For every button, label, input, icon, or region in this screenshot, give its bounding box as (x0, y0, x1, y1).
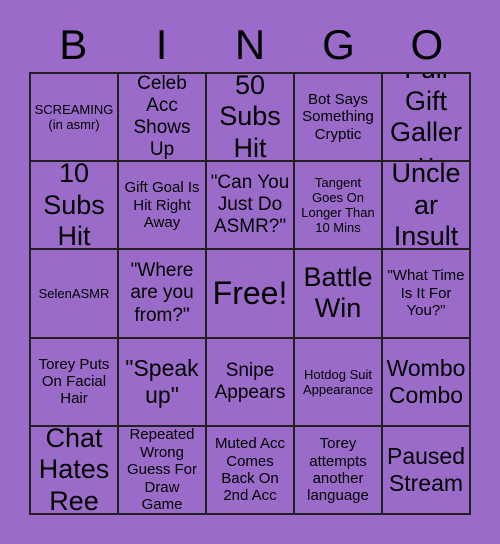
bingo-cell-label: Chat Hates Ree (38, 426, 110, 515)
bingo-cell-label: Wombo Combo (386, 355, 466, 408)
bingo-cell[interactable]: Wombo Combo (383, 338, 471, 427)
bingo-cell[interactable]: SelenASMR (31, 250, 119, 339)
bingo-cell[interactable]: SCREAMING (in asmr) (31, 74, 119, 163)
bingo-cell-label: SCREAMING (in asmr) (34, 102, 114, 133)
bingo-cell-label: Gift Goal Is Hit Right Away (124, 179, 200, 231)
bingo-cell[interactable]: Chat Hates Ree (31, 426, 119, 515)
bingo-cell[interactable]: Torey attempts another language (295, 426, 383, 515)
bingo-cell[interactable]: Torey Puts On Facial Hair (31, 338, 119, 427)
bingo-cell-label: Tangent Goes On Longer Than 10 Mins (301, 175, 375, 236)
bingo-cell-label: "Speak up" (125, 355, 199, 408)
bingo-cell-label: Snipe Appears (214, 359, 286, 403)
bingo-cell[interactable]: Full Gift Gallery (383, 74, 471, 163)
bingo-cell-label: Paused Stream (386, 443, 465, 496)
header-letter-o: O (410, 21, 444, 68)
bingo-cell-label: SelenASMR (38, 285, 110, 301)
bingo-cell-label: Battle Win (303, 262, 373, 324)
bingo-cell[interactable]: Muted Acc Comes Back On 2nd Acc (207, 426, 295, 515)
bingo-cell[interactable]: Bot Says Something Cryptic (295, 74, 383, 163)
bingo-card: B I N G O SCREAMING (in asmr) Celeb Acc … (0, 0, 500, 544)
bingo-cell[interactable]: Unclear Insult (383, 162, 471, 251)
bingo-cell-label: "Where are you from?" (130, 260, 194, 326)
bingo-cell[interactable]: 10 Subs Hit (31, 162, 119, 251)
header-letter-n: N (234, 21, 266, 68)
bingo-cell-label: Muted Acc Comes Back On 2nd Acc (214, 435, 286, 505)
bingo-cell-label: Repeated Wrong Guess For Draw Game (126, 426, 198, 513)
bingo-cell[interactable]: "Can You Just Do ASMR?" (207, 162, 295, 251)
bingo-grid: SCREAMING (in asmr) Celeb Acc Shows Up 5… (29, 72, 471, 515)
bingo-cell-label: Unclear Insult (391, 162, 461, 251)
bingo-cell[interactable]: Paused Stream (383, 426, 471, 515)
bingo-cell[interactable]: "What Time Is It For You?" (383, 250, 471, 339)
bingo-cell-label: Bot Says Something Cryptic (302, 91, 374, 143)
bingo-free-space[interactable]: Free! (207, 250, 295, 339)
bingo-cell-label: "Can You Just Do ASMR?" (210, 172, 290, 238)
bingo-cell-label: Celeb Acc Shows Up (133, 74, 191, 161)
bingo-cell-label: Hotdog Suit Appearance (302, 366, 374, 397)
bingo-cell[interactable]: Battle Win (295, 250, 383, 339)
header-letter-i: I (155, 21, 168, 68)
bingo-cell-label: 10 Subs Hit (43, 162, 105, 251)
bingo-cell-label: Full Gift Gallery (389, 74, 463, 160)
bingo-cell-label: 50 Subs Hit (219, 74, 281, 163)
bingo-header: B I N G O (29, 18, 471, 72)
header-letter-b: B (59, 21, 88, 68)
bingo-cell[interactable]: Celeb Acc Shows Up (119, 74, 207, 163)
bingo-cell-label: Torey attempts another language (307, 435, 369, 505)
bingo-cell-label: "What Time Is It For You?" (387, 267, 465, 320)
bingo-cell[interactable]: Repeated Wrong Guess For Draw Game (119, 426, 207, 515)
bingo-cell[interactable]: "Where are you from?" (119, 250, 207, 339)
bingo-cell[interactable]: Tangent Goes On Longer Than 10 Mins (295, 162, 383, 251)
bingo-cell[interactable]: Snipe Appears (207, 338, 295, 427)
bingo-cell-label: Free! (212, 274, 288, 311)
bingo-cell[interactable]: 50 Subs Hit (207, 74, 295, 163)
header-letter-g: G (322, 21, 355, 68)
bingo-cell[interactable]: "Speak up" (119, 338, 207, 427)
bingo-cell-label: Torey Puts On Facial Hair (38, 355, 110, 408)
bingo-cell[interactable]: Hotdog Suit Appearance (295, 338, 383, 427)
bingo-cell[interactable]: Gift Goal Is Hit Right Away (119, 162, 207, 251)
